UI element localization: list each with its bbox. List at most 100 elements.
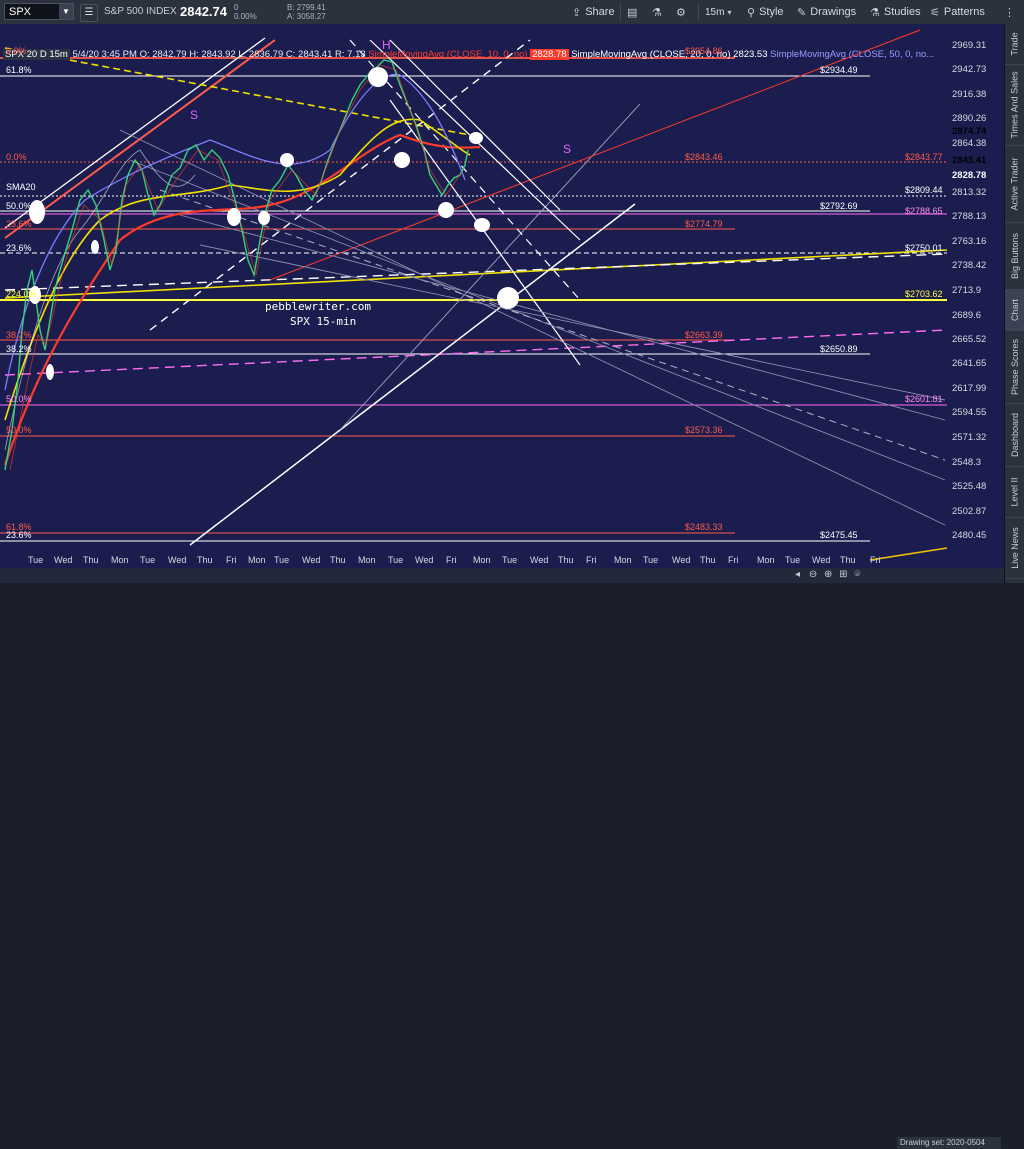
zoom-out-icon[interactable]: ⊖ [809,569,817,580]
level-label: $2954.86 [685,46,723,56]
y-tick: 2594.55 [952,407,987,418]
y-tick: 2689.6 [952,310,982,321]
clipboard-button[interactable]: ▤ [627,0,641,24]
tab-chart[interactable]: Chart [1005,290,1024,331]
fib-label: 50.0% [6,394,32,404]
y-tick: 2571.32 [952,432,987,443]
settings-button[interactable]: ⚙ [676,0,690,24]
chart-legend: SPX 20 D 15m 5/4/20 3:45 PM O: 2842.79 H… [3,49,934,60]
tab-dashboard[interactable]: Dashboard [1005,404,1024,467]
x-tick: Mon [358,555,376,565]
share-button[interactable]: ⇪ Share [572,0,615,24]
y-tick: 2942.73 [952,64,987,75]
y-tick: 2916.38 [952,89,987,100]
more-button[interactable]: ⋮ [1004,0,1019,24]
studies-button[interactable]: ⚗ Studies [870,0,921,24]
tab-active-trader[interactable]: Active Trader [1005,146,1024,223]
clipboard-icon: ▤ [627,6,638,19]
watchlist-icon[interactable]: ☰ [80,4,98,22]
x-tick: Fri [870,555,881,565]
x-tick: Thu [558,555,574,565]
y-tick: 2617.99 [952,383,987,394]
x-tick: Wed [168,555,187,565]
fit-icon[interactable]: ⊞ [839,569,847,580]
symbol-selector[interactable]: SPX ▼ [4,3,74,20]
y-tick: 2641.65 [952,358,987,369]
fib-label: 38.2% [6,330,32,340]
tab-big-buttons[interactable]: Big Buttons [1005,223,1024,290]
x-tick: Tue [140,555,156,565]
level-label: $2703.62 [905,289,943,299]
zoom-controls[interactable]: ◂ ⊖ ⊕ ⊞ ⌾ [795,569,860,580]
tab-level-ii[interactable]: Level II [1005,467,1024,518]
chart-canvas [0,24,997,561]
legend-high: H: 2843.92 [189,49,236,60]
level-label: $2809.44 [905,185,943,195]
x-tick: Fri [226,555,237,565]
level-label: $2601.81 [905,394,943,404]
legend-close: C: 2843.41 [285,49,333,60]
legend-open: O: 2842.79 [139,49,187,60]
y-tick: 2763.16 [952,236,987,247]
x-tick: Thu [330,555,346,565]
price-change: 0 0.00% [234,3,257,21]
gear-icon: ⚙ [676,6,686,19]
level-label: $2475.45 [820,530,858,540]
x-tick: Tue [502,555,518,565]
drawing-set-status[interactable]: Drawing set: 2020-0504 [897,1137,1001,1149]
fib-label: 0.0% [6,46,27,56]
x-tick: Thu [197,555,213,565]
watermark-site: pebblewriter.com [265,300,371,313]
fib-label: 23.6% [6,219,32,229]
level-label: $2663.39 [685,330,723,340]
tab-times-and-sales[interactable]: Times And Sales [1005,65,1024,146]
last-price-badge: 2843.41 [952,155,987,166]
y-tick: 2665.52 [952,334,987,345]
right-side-panel: Trade Times And Sales Active Trader Big … [1004,24,1024,583]
tab-live-news[interactable]: Live News [1005,518,1024,579]
legend-range: R: 7.13 [335,49,366,60]
x-tick: Wed [54,555,73,565]
magnet-icon[interactable]: ⌾ [854,569,860,580]
chevron-down-icon[interactable]: ▼ [59,4,73,19]
s-marker-left: S [190,108,199,122]
level-label: $2650.89 [820,344,858,354]
sma10-price-badge: 2828.78 [952,170,987,181]
level-label: $2792.69 [820,201,858,211]
fib-label: 50.0% [6,425,32,435]
scroll-left-icon[interactable]: ◂ [795,569,800,580]
style-button[interactable]: ⚲ Style [747,0,784,24]
tab-trade[interactable]: Trade [1005,24,1024,65]
level-label: $2843.46 [685,152,723,162]
zoom-in-icon[interactable]: ⊕ [824,569,832,580]
y-tick: 2713.9 [952,285,982,296]
fib-label: 38.2% [6,344,32,354]
x-tick: Fri [728,555,739,565]
price-chart[interactable]: SPX 20 D 15m 5/4/20 3:45 PM O: 2842.79 H… [0,24,1004,583]
level-label: $2843.77 [905,152,943,162]
patterns-icon: ⚟ [930,6,940,19]
x-tick: Wed [672,555,691,565]
h-marker: H [382,38,391,52]
flask-button[interactable]: ⚗ [652,0,666,24]
x-tick: Tue [274,555,290,565]
patterns-button[interactable]: ⚟ Patterns [930,0,985,24]
x-tick: Tue [388,555,404,565]
tab-phase-scores[interactable]: Phase Scores [1005,331,1024,404]
studies-icon: ⚗ [870,6,880,19]
fib-label: 23.6% [6,530,32,540]
top-toolbar: SPX ▼ ☰ S&P 500 INDEX 2842.74 0 0.00% B:… [0,0,1024,25]
x-tick: Wed [812,555,831,565]
style-icon: ⚲ [747,6,756,19]
interval-selector[interactable]: 15m ▾ [705,0,735,24]
y-tick: 2548.3 [952,457,982,468]
y-tick: 2969.31 [952,40,987,51]
drawings-button[interactable]: ✎ Drawings [797,0,856,24]
x-tick: Fri [586,555,597,565]
security-name: S&P 500 INDEX [104,6,177,17]
x-tick: Mon [614,555,632,565]
legend-low: L: 2836.79 [238,49,284,60]
x-tick: Fri [446,555,457,565]
chart-bottom-bar: ◂ ⊖ ⊕ ⊞ ⌾ Drawing set: 2020-0504 [0,568,1004,1149]
y-tick: 2813.32 [952,187,987,198]
